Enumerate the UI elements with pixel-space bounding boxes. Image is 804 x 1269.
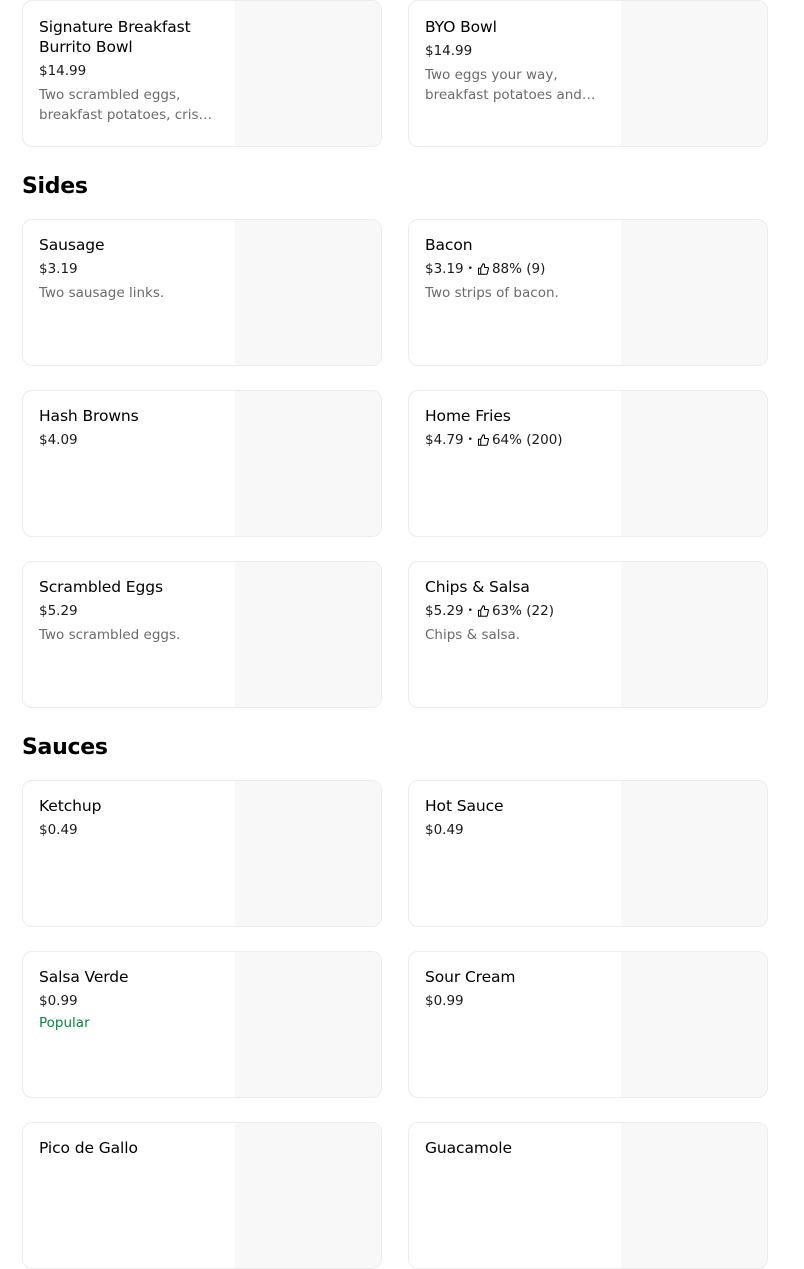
item-info: Home Fries $4.79 • 64% (200) xyxy=(425,406,603,450)
item-image-placeholder xyxy=(235,391,381,536)
item-price: $0.99 xyxy=(425,993,464,1009)
item-description: Chips & salsa. xyxy=(425,627,521,643)
menu-item-card[interactable]: Pico de Gallo xyxy=(22,1122,382,1269)
menu-item-card[interactable]: Bacon $3.19 • 88% (9) Two strips of baco… xyxy=(408,219,768,366)
item-name: Hash Browns xyxy=(39,407,139,425)
meta-separator: • xyxy=(467,606,473,616)
menu-item-card[interactable]: Ketchup $0.49 xyxy=(22,780,382,927)
item-description: Two eggs your way, breakfast potatoes an… xyxy=(425,67,582,103)
item-name: Home Fries xyxy=(425,407,511,425)
item-price: $14.99 xyxy=(39,63,87,79)
item-name: Chips & Salsa xyxy=(425,578,530,596)
menu-item-card[interactable]: Home Fries $4.79 • 64% (200) xyxy=(408,390,768,537)
item-image-placeholder xyxy=(235,1123,381,1268)
item-image-placeholder xyxy=(235,220,381,365)
item-price: $3.19 xyxy=(39,261,78,277)
item-image-placeholder xyxy=(235,952,381,1097)
popular-badge: Popular xyxy=(39,1015,90,1031)
item-image-placeholder xyxy=(621,562,767,707)
item-info: Chips & Salsa $5.29 • 63% (22) Chips & s… xyxy=(425,577,603,645)
item-meta: $4.79 • 64% (200) xyxy=(425,430,603,450)
item-price: $4.79 xyxy=(425,432,464,448)
item-meta: $0.99 xyxy=(39,991,217,1011)
item-price: $0.49 xyxy=(425,822,464,838)
item-name: Salsa Verde xyxy=(39,968,129,986)
menu-item-card[interactable]: Salsa Verde $0.99 Popular xyxy=(22,951,382,1098)
item-info: Bacon $3.19 • 88% (9) Two strips of baco… xyxy=(425,235,603,303)
item-info: Sour Cream $0.99 xyxy=(425,967,603,1011)
menu-item-card[interactable]: Hash Browns $4.09 xyxy=(22,390,382,537)
item-meta: $5.29 xyxy=(39,601,217,621)
item-info: Pico de Gallo xyxy=(39,1138,217,1158)
item-rating: 63% (22) xyxy=(491,603,554,619)
item-info: Ketchup $0.49 xyxy=(39,796,217,840)
item-price: $5.29 xyxy=(425,603,464,619)
menu-item-card[interactable]: Signature Breakfast Burrito Bowl $14.99 … xyxy=(22,0,382,147)
item-image-placeholder xyxy=(621,1,767,146)
item-price: $3.19 xyxy=(425,261,464,277)
item-image-placeholder xyxy=(621,781,767,926)
item-info: BYO Bowl $14.99 Two eggs your way, break… xyxy=(425,17,603,105)
item-description: Two scrambled eggs, breakfast potatoes, … xyxy=(39,87,216,123)
item-meta: $0.99 xyxy=(425,991,603,1011)
item-info: Signature Breakfast Burrito Bowl $14.99 … xyxy=(39,17,217,125)
item-image-placeholder xyxy=(621,1123,767,1268)
menu-item-card[interactable]: Scrambled Eggs $5.29 Two scrambled eggs. xyxy=(22,561,382,708)
item-name: Guacamole xyxy=(425,1139,512,1157)
item-info: Scrambled Eggs $5.29 Two scrambled eggs. xyxy=(39,577,217,645)
item-info: Sausage $3.19 Two sausage links. xyxy=(39,235,217,303)
section-title-sides: Sides xyxy=(22,174,88,199)
meta-separator: • xyxy=(467,264,473,274)
item-image-placeholder xyxy=(235,781,381,926)
item-meta: $3.19 xyxy=(39,259,217,279)
item-price: $4.09 xyxy=(39,432,78,448)
item-name: Signature Breakfast Burrito Bowl xyxy=(39,18,191,56)
item-image-placeholder xyxy=(235,562,381,707)
item-description: Two sausage links. xyxy=(39,285,165,301)
item-rating: 64% (200) xyxy=(491,432,563,448)
item-name: BYO Bowl xyxy=(425,18,497,36)
item-meta: $14.99 xyxy=(39,61,217,81)
item-rating: 88% (9) xyxy=(491,261,546,277)
item-name: Bacon xyxy=(425,236,473,254)
thumbs-up-icon xyxy=(477,605,489,617)
item-image-placeholder xyxy=(621,220,767,365)
item-name: Hot Sauce xyxy=(425,797,504,815)
item-description: Two strips of bacon. xyxy=(425,285,559,301)
thumbs-up-icon xyxy=(477,263,489,275)
thumbs-up-icon xyxy=(477,434,489,446)
item-description: Two scrambled eggs. xyxy=(39,627,181,643)
item-meta: $5.29 • 63% (22) xyxy=(425,601,603,621)
item-price: $5.29 xyxy=(39,603,78,619)
menu-item-card[interactable]: Sour Cream $0.99 xyxy=(408,951,768,1098)
item-meta: $3.19 • 88% (9) xyxy=(425,259,603,279)
item-info: Hash Browns $4.09 xyxy=(39,406,217,450)
item-image-placeholder xyxy=(235,1,381,146)
item-meta: $0.49 xyxy=(39,820,217,840)
item-name: Sour Cream xyxy=(425,968,516,986)
item-image-placeholder xyxy=(621,952,767,1097)
item-meta: $14.99 xyxy=(425,41,603,61)
item-name: Ketchup xyxy=(39,797,102,815)
item-info: Guacamole xyxy=(425,1138,603,1158)
item-info: Salsa Verde $0.99 Popular xyxy=(39,967,217,1033)
item-meta: $0.49 xyxy=(425,820,603,840)
item-name: Scrambled Eggs xyxy=(39,578,163,596)
menu-item-card[interactable]: BYO Bowl $14.99 Two eggs your way, break… xyxy=(408,0,768,147)
menu-item-card[interactable]: Chips & Salsa $5.29 • 63% (22) Chips & s… xyxy=(408,561,768,708)
item-meta: $4.09 xyxy=(39,430,217,450)
item-image-placeholder xyxy=(621,391,767,536)
menu-item-card[interactable]: Sausage $3.19 Two sausage links. xyxy=(22,219,382,366)
section-title-sauces: Sauces xyxy=(22,735,108,760)
item-name: Pico de Gallo xyxy=(39,1139,138,1157)
item-price: $0.49 xyxy=(39,822,78,838)
item-price: $0.99 xyxy=(39,993,78,1009)
item-name: Sausage xyxy=(39,236,105,254)
meta-separator: • xyxy=(467,435,473,445)
item-info: Hot Sauce $0.49 xyxy=(425,796,603,840)
menu-item-card[interactable]: Hot Sauce $0.49 xyxy=(408,780,768,927)
item-price: $14.99 xyxy=(425,43,473,59)
menu-item-card[interactable]: Guacamole xyxy=(408,1122,768,1269)
